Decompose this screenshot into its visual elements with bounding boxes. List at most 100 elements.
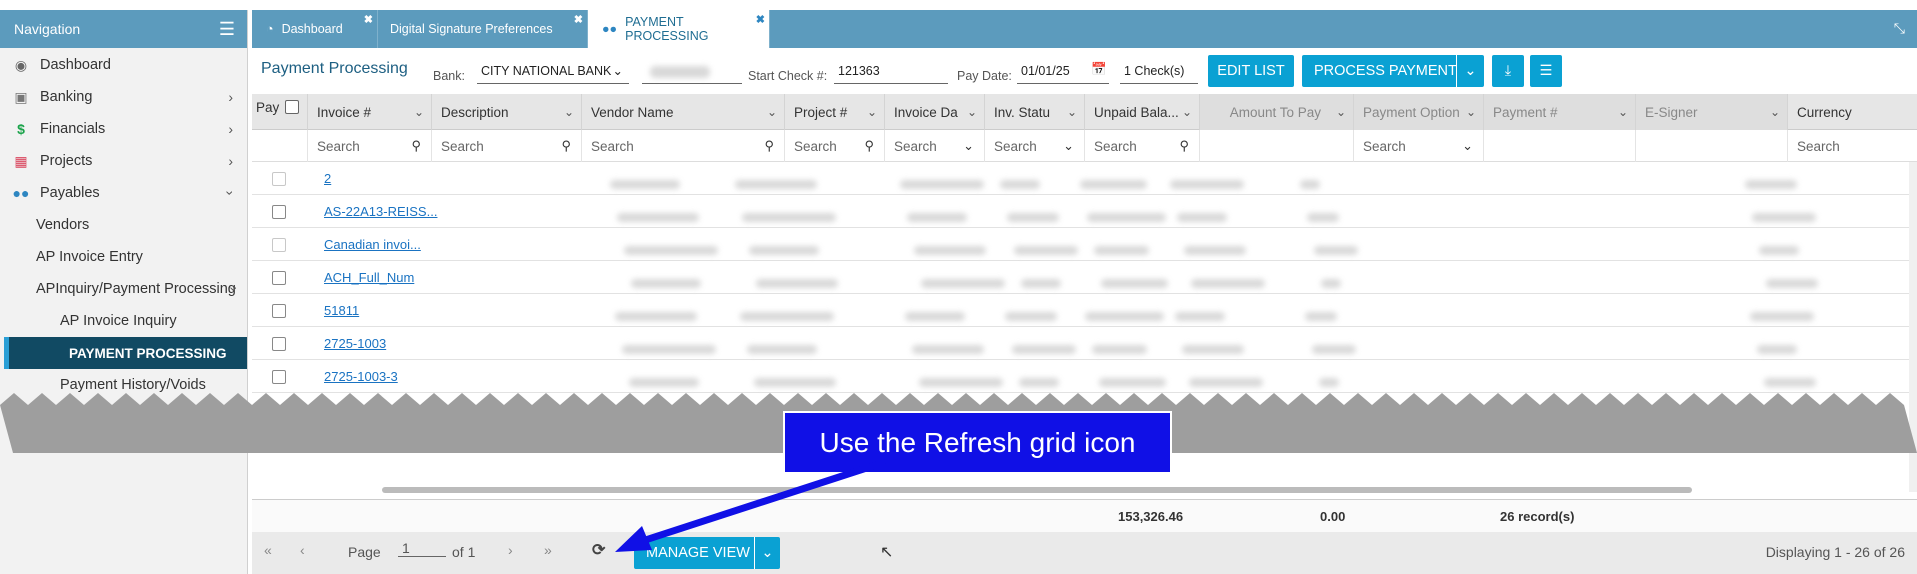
row-checkbox[interactable] — [272, 238, 286, 252]
bank-select[interactable]: CITY NATIONAL BANK ⌄ — [477, 60, 629, 84]
last-page-icon[interactable]: » — [544, 542, 552, 558]
chevron-down-icon[interactable]: ⌄ — [564, 105, 574, 119]
search-input-status[interactable]: Search ⌄ — [985, 130, 1085, 162]
sidebar-item-payment-processing[interactable]: PAYMENT PROCESSING — [4, 337, 247, 369]
sidebar-item-banking[interactable]: ▣ Banking › — [0, 81, 247, 113]
page-input[interactable]: 1 — [398, 540, 446, 557]
table-row[interactable]: 2725-1003 — [252, 327, 1917, 360]
expand-icon[interactable]: ⤡ — [1894, 20, 1905, 37]
chevron-down-icon[interactable]: ⌄ — [414, 105, 424, 119]
redacted-value — [1177, 213, 1227, 222]
sidebar-item-vendors[interactable]: Vendors — [0, 209, 247, 241]
column-header-description[interactable]: Description ⌄ — [432, 94, 582, 130]
invoice-link[interactable]: Canadian invoi... — [324, 228, 421, 261]
close-icon[interactable]: ✖ — [756, 13, 765, 26]
columns-icon[interactable]: ☰ — [1530, 55, 1562, 87]
download-icon[interactable]: ⤓ — [1492, 55, 1524, 87]
start-check-input[interactable]: 121363 — [834, 60, 948, 84]
column-label: Invoice Da — [894, 104, 958, 120]
search-input-invoice[interactable]: Search ⚲ — [308, 130, 432, 162]
sidebar-item-label: Financials — [40, 121, 106, 137]
row-checkbox[interactable] — [272, 304, 286, 318]
invoice-link[interactable]: 2 — [324, 162, 331, 195]
table-row[interactable]: ACH_Full_Num — [252, 261, 1917, 294]
table-row[interactable]: AS-22A13-REISS... — [252, 195, 1917, 228]
search-input-unpaid-balance[interactable]: Search ⚲ — [1085, 130, 1200, 162]
chevron-down-icon[interactable]: ⌄ — [1770, 105, 1780, 119]
tab-payment-processing[interactable]: ●● PAYMENT PROCESSING ✖ — [588, 10, 770, 48]
next-page-icon[interactable]: › — [508, 542, 513, 558]
chevron-down-icon[interactable]: ⌄ — [1336, 105, 1346, 119]
column-header-amount-to-pay[interactable]: Amount To Pay ⌄ — [1200, 94, 1354, 130]
column-header-project[interactable]: Project # ⌄ — [785, 94, 885, 130]
search-input-invoice-date[interactable]: Search ⌄ — [885, 130, 985, 162]
chevron-down-icon[interactable]: ⌄ — [767, 105, 777, 119]
redacted-value — [1080, 180, 1147, 189]
redacted-value — [650, 66, 710, 78]
column-header-payment-number[interactable]: Payment # ⌄ — [1484, 94, 1636, 130]
table-row[interactable]: 2 — [252, 162, 1917, 195]
table-row[interactable]: Canadian invoi... — [252, 228, 1917, 261]
row-checkbox[interactable] — [272, 271, 286, 285]
invoice-link[interactable]: ACH_Full_Num — [324, 261, 414, 294]
sidebar-item-projects[interactable]: ▦ Projects › — [0, 145, 247, 177]
filter-pay — [252, 130, 308, 162]
edit-list-button[interactable]: EDIT LIST — [1208, 55, 1294, 87]
column-header-currency[interactable]: Currency — [1788, 94, 1917, 130]
column-header-status[interactable]: Inv. Statu ⌄ — [985, 94, 1085, 130]
hamburger-menu-icon[interactable]: ☰ — [219, 19, 235, 40]
sidebar-item-dashboard[interactable]: ◉ Dashboard — [0, 49, 247, 81]
search-input-payment-option[interactable]: Search ⌄ — [1354, 130, 1484, 162]
table-row[interactable]: 51811 — [252, 294, 1917, 327]
column-header-pay[interactable]: Pay — [252, 94, 308, 130]
calendar-icon[interactable]: 📅 — [1091, 62, 1107, 77]
row-checkbox[interactable] — [272, 370, 286, 384]
close-icon[interactable]: ✖ — [364, 13, 373, 26]
column-header-payment-option[interactable]: Payment Option ⌄ — [1354, 94, 1484, 130]
search-input-vendor[interactable]: Search ⚲ — [582, 130, 785, 162]
chevron-down-icon[interactable]: ⌄ — [967, 105, 977, 119]
chevron-down-icon[interactable]: ⌄ — [1067, 105, 1077, 119]
chevron-down-icon[interactable]: ⌄ — [1618, 105, 1628, 119]
sidebar-item-ap-invoice-inquiry[interactable]: AP Invoice Inquiry — [0, 305, 247, 337]
redacted-value — [907, 213, 967, 222]
search-placeholder: Search — [894, 138, 937, 154]
column-header-e-signer[interactable]: E-Signer ⌄ — [1636, 94, 1788, 130]
chevron-down-icon[interactable]: ⌄ — [1466, 105, 1476, 119]
column-header-vendor[interactable]: Vendor Name ⌄ — [582, 94, 785, 130]
sidebar-item-financials[interactable]: $ Financials › — [0, 113, 247, 145]
select-all-checkbox[interactable] — [285, 100, 300, 114]
close-icon[interactable]: ✖ — [574, 13, 583, 26]
table-row[interactable]: 2725-1003-3 — [252, 360, 1917, 393]
first-page-icon[interactable]: « — [264, 542, 272, 558]
tab-digital-signature-preferences[interactable]: Digital Signature Preferences ✖ — [378, 10, 588, 48]
bank-account-field[interactable] — [642, 60, 742, 84]
filter-payment-number — [1484, 130, 1636, 162]
invoice-link[interactable]: 51811 — [324, 294, 359, 327]
invoice-link[interactable]: AS-22A13-REISS... — [324, 195, 437, 228]
row-checkbox[interactable] — [272, 337, 286, 351]
chevron-down-icon[interactable]: ⌄ — [1456, 55, 1484, 87]
process-payment-button[interactable]: PROCESS PAYMENT ⌄ — [1302, 55, 1484, 87]
sidebar-item-payables[interactable]: ●● Payables › — [0, 177, 247, 209]
horizontal-scrollbar[interactable] — [382, 487, 1692, 493]
column-header-unpaid-balance[interactable]: Unpaid Bala... ⌄ — [1085, 94, 1200, 130]
sidebar-item-ap-invoice-entry[interactable]: AP Invoice Entry — [0, 241, 247, 273]
column-header-invoice-date[interactable]: Invoice Da ⌄ — [885, 94, 985, 130]
dollar-icon: $ — [17, 121, 25, 137]
invoice-link[interactable]: 2725-1003 — [324, 327, 386, 360]
chevron-down-icon[interactable]: ⌄ — [867, 105, 877, 119]
tab-dashboard[interactable]: ◔ Dashboard ✖ — [252, 10, 378, 48]
pay-date-input[interactable]: 01/01/25 📅 — [1017, 60, 1109, 84]
grid-footer-totals: 153,326.46 0.00 26 record(s) — [252, 499, 1917, 532]
row-checkbox[interactable] — [272, 205, 286, 219]
row-checkbox[interactable] — [272, 172, 286, 186]
invoice-link[interactable]: 2725-1003-3 — [324, 360, 398, 393]
search-input-description[interactable]: Search ⚲ — [432, 130, 582, 162]
chevron-down-icon[interactable]: ⌄ — [1182, 105, 1192, 119]
previous-page-icon[interactable]: ‹ — [300, 542, 305, 558]
search-input-currency[interactable]: Search — [1788, 130, 1917, 162]
search-input-project[interactable]: Search ⚲ — [785, 130, 885, 162]
column-header-invoice[interactable]: Invoice # ⌄ — [308, 94, 432, 130]
sidebar-item-apinquiry[interactable]: APInquiry/Payment Processing › — [0, 273, 247, 305]
